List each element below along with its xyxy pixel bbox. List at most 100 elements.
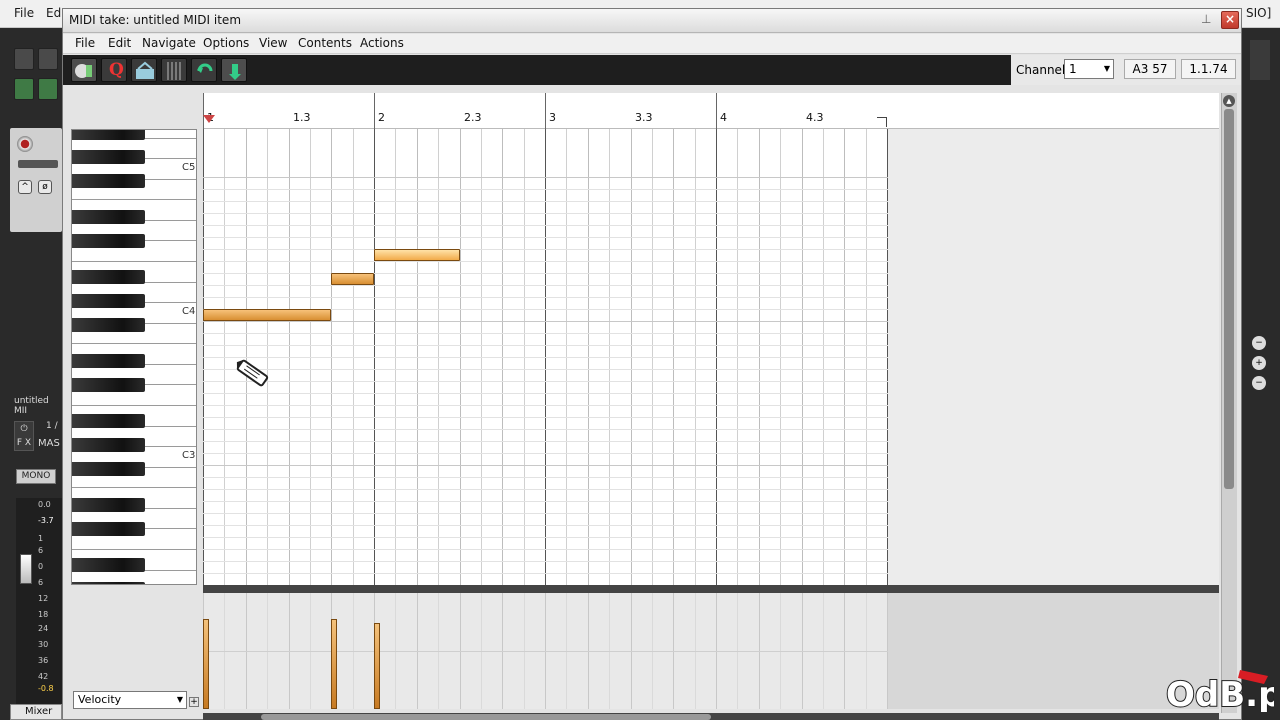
host-fx-label: F X (16, 438, 32, 448)
menu-options[interactable]: Options (203, 36, 249, 50)
grid-hline (203, 201, 888, 202)
host-track-volume[interactable] (18, 160, 58, 168)
menu-edit[interactable]: Edit (108, 36, 131, 50)
black-key[interactable] (72, 270, 145, 284)
black-key[interactable] (72, 414, 145, 428)
loop-button[interactable] (191, 58, 217, 82)
horizontal-scrollbar[interactable] (203, 713, 1219, 720)
velocity-bar[interactable] (374, 623, 380, 709)
black-key[interactable] (72, 150, 145, 164)
timeline-ruler[interactable]: 1 1.3 2 2.3 3 3.3 4 4.3 (203, 93, 1219, 129)
midi-note[interactable] (331, 273, 374, 285)
grid-hline (203, 405, 888, 406)
host-mono-button[interactable]: MONO (16, 469, 56, 484)
scroll-up-icon[interactable]: ▲ (1223, 95, 1235, 107)
menu-contents[interactable]: Contents (298, 36, 352, 50)
note-readout: A3 57 (1124, 59, 1176, 79)
horizontal-scroll-thumb[interactable] (261, 714, 711, 720)
velocity-lane[interactable] (203, 593, 1219, 709)
zoom-reset-icon[interactable]: − (1252, 376, 1266, 390)
ruler-label: 1.3 (293, 111, 311, 124)
phase-icon[interactable]: ø (38, 180, 52, 194)
note-grid[interactable] (203, 129, 1219, 585)
black-key[interactable] (72, 130, 145, 140)
host-right-toolbar (1250, 40, 1270, 80)
black-key[interactable] (72, 354, 145, 368)
black-key[interactable] (72, 558, 145, 572)
ruler-tick (374, 93, 375, 129)
step-input-button[interactable] (221, 58, 247, 82)
octave-label-c3: C3 (182, 450, 196, 461)
zoom-in-icon[interactable]: + (1252, 356, 1266, 370)
host-menu-file[interactable]: File (14, 6, 34, 20)
menu-actions[interactable]: Actions (360, 36, 404, 50)
vertical-scroll-thumb[interactable] (1224, 109, 1234, 489)
midi-note[interactable] (203, 309, 332, 321)
loop-icon (197, 63, 213, 73)
record-arm-icon[interactable] (17, 136, 33, 152)
midi-note[interactable] (374, 249, 460, 261)
piano-roll-button[interactable] (131, 58, 157, 82)
black-key[interactable] (72, 294, 145, 308)
host-menu-edit[interactable]: Ed (46, 6, 61, 20)
grid-hline (203, 285, 888, 286)
meter-label: 36 (38, 656, 49, 665)
host-ripple-button[interactable] (38, 78, 58, 100)
menu-bar: File Edit Navigate Options View Contents… (63, 34, 1241, 54)
black-key[interactable] (72, 318, 145, 332)
piano-keyboard[interactable]: C5 C4 C3 (71, 129, 197, 585)
close-button[interactable]: × (1221, 11, 1239, 29)
black-key[interactable] (72, 174, 145, 188)
ruler-tick (203, 93, 204, 129)
end-marker-icon[interactable] (877, 117, 887, 127)
host-tool-button[interactable] (38, 48, 58, 70)
host-track[interactable]: ^ ø (10, 128, 62, 232)
velocity-bar[interactable] (203, 618, 209, 709)
grid-hline (203, 225, 888, 226)
lane-type-select[interactable]: Velocity ▼ (73, 691, 187, 709)
pencil-cursor-icon (236, 359, 269, 387)
vertical-scrollbar[interactable]: ▲ (1221, 93, 1237, 713)
quantize-icon: Q (109, 60, 124, 80)
ruler-label: 3 (549, 111, 556, 124)
ruler-label: 2 (378, 111, 385, 124)
black-key[interactable] (72, 438, 145, 452)
host-fx-button[interactable]: ⏻ F X (14, 421, 34, 451)
start-marker-icon[interactable] (203, 115, 215, 123)
zoom-out-icon[interactable]: − (1252, 336, 1266, 350)
host-new-track-button[interactable] (14, 48, 34, 70)
meter-label: 6 (38, 546, 44, 555)
host-right-panel: − + − (1240, 28, 1280, 720)
pin-icon[interactable]: ⊥ (1201, 12, 1215, 28)
black-key[interactable] (72, 582, 145, 584)
pencil-mode-button[interactable] (71, 58, 97, 82)
grid-hline (203, 489, 888, 490)
title-bar[interactable]: MIDI take: untitled MIDI item ⊥ × (63, 9, 1241, 33)
black-key[interactable] (72, 462, 145, 476)
menu-file[interactable]: File (75, 36, 95, 50)
channel-select[interactable]: 1 ▼ (1064, 59, 1114, 79)
meter-peak: -3.7 (38, 516, 54, 525)
grid-button[interactable] (161, 58, 187, 82)
master-fader[interactable] (20, 554, 32, 584)
chevron-down-icon: ▼ (176, 695, 183, 704)
quantize-button[interactable]: Q (101, 58, 127, 82)
lane-splitter[interactable] (203, 585, 1219, 593)
host-track-name: untitled MII (14, 396, 49, 416)
menu-view[interactable]: View (259, 36, 287, 50)
envelope-icon[interactable]: ^ (18, 180, 32, 194)
black-key[interactable] (72, 522, 145, 536)
velocity-midline (203, 651, 888, 652)
add-lane-button[interactable]: + (189, 697, 199, 707)
chevron-down-icon: ▼ (1103, 64, 1110, 73)
black-key[interactable] (72, 234, 145, 248)
meter-label: 30 (38, 640, 49, 649)
host-envelope-button[interactable] (14, 78, 34, 100)
black-key[interactable] (72, 378, 145, 392)
black-key[interactable] (72, 498, 145, 512)
menu-navigate[interactable]: Navigate (142, 36, 196, 50)
velocity-bar[interactable] (331, 618, 338, 709)
host-mixer-tab[interactable]: Mixer (10, 704, 62, 720)
black-key[interactable] (72, 210, 145, 224)
power-icon: ⏻ (20, 424, 28, 434)
